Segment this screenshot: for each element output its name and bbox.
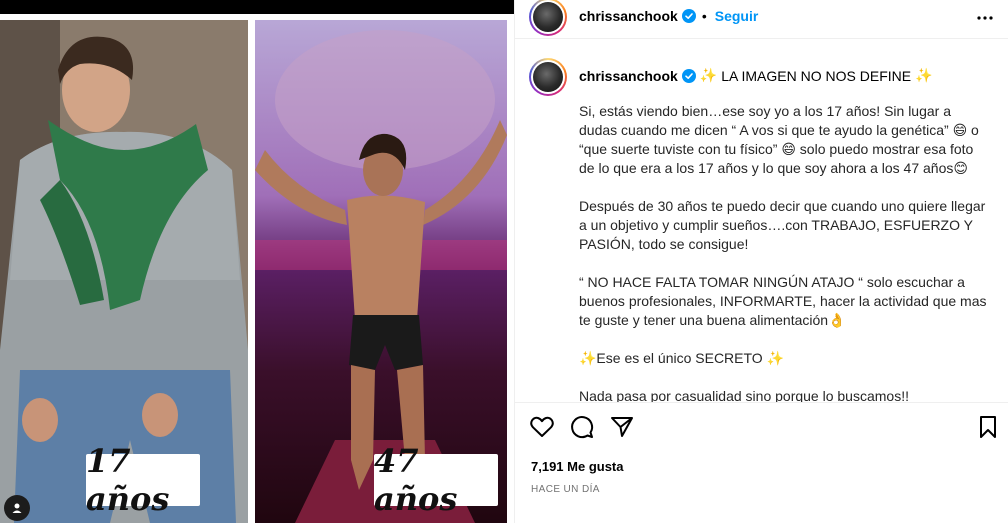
post-media[interactable]: 17 años 47 años (0, 0, 514, 523)
header-separator: • (701, 8, 707, 24)
header-avatar[interactable] (529, 0, 567, 36)
caption-paragraph: ✨Ese es el único SECRETO ✨ (579, 350, 785, 366)
like-heart-icon[interactable] (529, 414, 555, 440)
caption-paragraph: Nada pasa por casualidad sino porque lo … (579, 388, 909, 402)
save-bookmark-icon[interactable] (975, 414, 1001, 440)
caption-sparkle-right: ✨ (915, 67, 933, 83)
media-top-bar (0, 0, 514, 14)
caption-paragraph: “ NO HACE FALTA TOMAR NINGÚN ATAJO “ sol… (579, 274, 987, 328)
after-age-label: 47 años (374, 442, 498, 518)
caption-paragraph: Después de 30 años te puedo decir que cu… (579, 198, 986, 252)
caption-username[interactable]: chrissanchook (579, 68, 678, 84)
section-divider (515, 402, 1008, 403)
verified-badge-icon (681, 68, 696, 83)
comment-icon[interactable] (569, 414, 595, 440)
caption-paragraph: Si, estás viendo bien…ese soy yo a los 1… (579, 103, 979, 176)
post-header: chrissanchook • Seguir (515, 0, 1008, 39)
tagged-users-button[interactable] (4, 495, 30, 521)
post-timestamp[interactable]: HACE UN DÍA (531, 484, 600, 495)
post-sidebar: chrissanchook • Seguir chrissanchook ✨ L… (514, 0, 1008, 523)
follow-button[interactable]: Seguir (715, 8, 759, 24)
likes-count[interactable]: 7,191 Me gusta (531, 459, 624, 474)
before-age-label: 17 años (86, 442, 200, 518)
header-username[interactable]: chrissanchook (579, 8, 678, 24)
caption-sparkle-left: ✨ (699, 67, 718, 83)
verified-badge-icon (681, 9, 696, 23)
caption-text: Si, estás viendo bien…ese soy yo a los 1… (579, 102, 991, 402)
user-tag-icon (12, 503, 22, 513)
share-paper-plane-icon[interactable] (609, 414, 635, 440)
caption-title: LA IMAGEN NO NOS DEFINE (721, 67, 912, 84)
more-options-icon[interactable] (975, 8, 995, 28)
action-bar (515, 414, 1008, 444)
caption-avatar[interactable] (529, 58, 567, 96)
comments-scroll-area[interactable]: chrissanchook ✨ LA IMAGEN NO NOS DEFINE … (515, 40, 1008, 402)
